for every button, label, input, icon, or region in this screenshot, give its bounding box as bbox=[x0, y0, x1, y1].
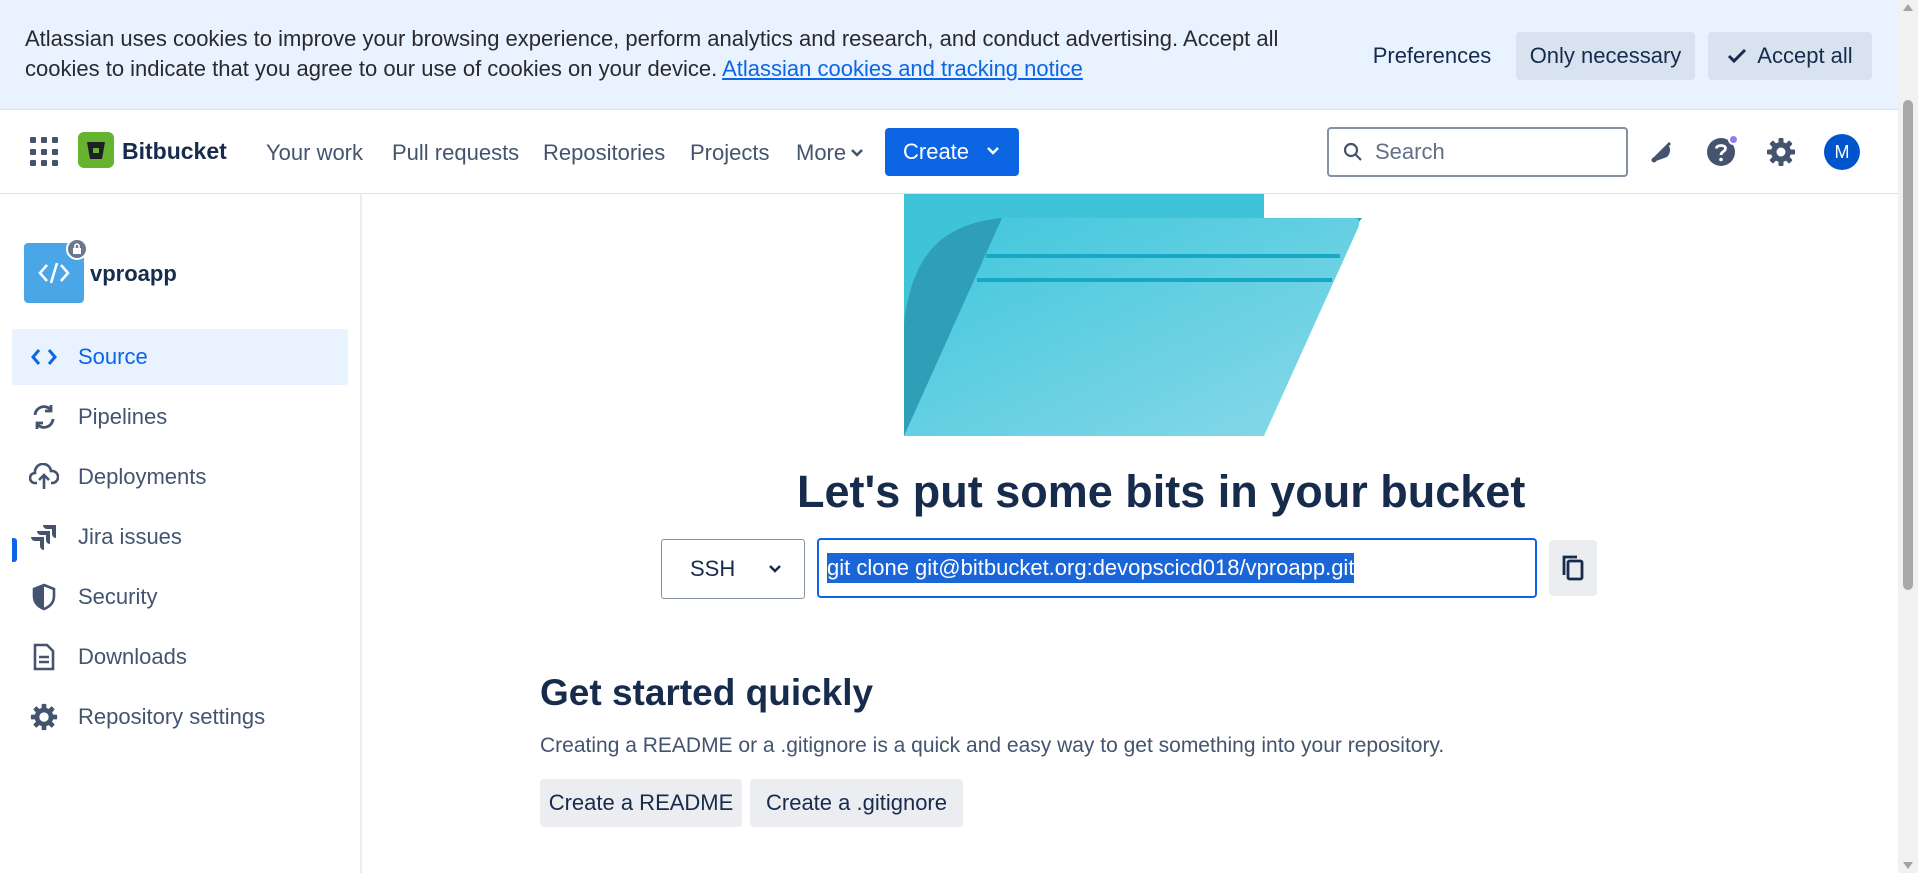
accept-all-label: Accept all bbox=[1757, 43, 1853, 68]
sidebar-item-jira-issues[interactable]: Jira issues bbox=[12, 509, 348, 565]
sidebar-item-source[interactable]: Source bbox=[12, 329, 348, 385]
empty-repo-folder-illustration bbox=[904, 194, 1362, 436]
search-box[interactable] bbox=[1327, 127, 1628, 177]
nav-more-label: More bbox=[796, 140, 847, 165]
scroll-up-arrow-icon[interactable] bbox=[1903, 4, 1913, 11]
lock-icon bbox=[66, 238, 88, 260]
notifications-bell-icon[interactable] bbox=[1641, 132, 1681, 172]
sidebar: vproapp Source Pipelines Deployments Jir… bbox=[0, 194, 362, 873]
page-headline: Let's put some bits in your bucket bbox=[797, 466, 1526, 517]
product-name[interactable]: Bitbucket bbox=[122, 138, 227, 165]
create-readme-button[interactable]: Create a README bbox=[540, 779, 742, 827]
create-label: Create bbox=[903, 139, 970, 164]
nav-repositories[interactable]: Repositories bbox=[543, 140, 665, 166]
nav-your-work[interactable]: Your work bbox=[266, 140, 363, 166]
sidebar-item-label: Deployments bbox=[78, 464, 207, 489]
repo-name[interactable]: vproapp bbox=[90, 261, 177, 287]
sidebar-item-repository-settings[interactable]: Repository settings bbox=[12, 689, 348, 745]
create-gitignore-button[interactable]: Create a .gitignore bbox=[750, 779, 963, 827]
protocol-value: SSH bbox=[690, 556, 736, 581]
nav-projects[interactable]: Projects bbox=[690, 140, 769, 166]
copy-icon bbox=[1562, 555, 1584, 581]
sidebar-item-downloads[interactable]: Downloads bbox=[12, 629, 348, 685]
shield-icon bbox=[28, 581, 60, 613]
top-navigation: Bitbucket Your work Pull requests Reposi… bbox=[0, 110, 1898, 194]
code-icon bbox=[28, 341, 60, 373]
get-started-title: Get started quickly bbox=[540, 672, 874, 713]
sidebar-item-label: Downloads bbox=[78, 644, 187, 669]
settings-gear-icon[interactable] bbox=[1761, 132, 1801, 172]
document-icon bbox=[28, 641, 60, 673]
sidebar-item-label: Repository settings bbox=[78, 704, 266, 729]
sidebar-item-label: Security bbox=[78, 584, 158, 609]
chevron-down-icon bbox=[851, 149, 864, 157]
cookie-notice-link[interactable]: Atlassian cookies and tracking notice bbox=[722, 56, 1083, 81]
nav-more[interactable]: More bbox=[796, 140, 864, 166]
search-icon bbox=[1343, 142, 1362, 161]
chevron-down-icon bbox=[769, 565, 781, 573]
page-scrollbar[interactable] bbox=[1898, 0, 1918, 873]
check-icon bbox=[1728, 48, 1747, 64]
chevron-down-icon bbox=[987, 147, 999, 155]
cookie-message: Atlassian uses cookies to improve your b… bbox=[25, 26, 1279, 81]
scrollbar-thumb[interactable] bbox=[1903, 100, 1913, 590]
cookie-banner: Atlassian uses cookies to improve your b… bbox=[0, 0, 1898, 110]
gear-icon bbox=[28, 701, 60, 733]
get-started-description: Creating a README or a .gitignore is a q… bbox=[540, 734, 1445, 757]
clone-command-text: git clone git@bitbucket.org:devopscicd01… bbox=[827, 553, 1355, 583]
help-icon[interactable] bbox=[1701, 132, 1741, 172]
search-input[interactable] bbox=[1375, 139, 1605, 165]
user-avatar[interactable]: M bbox=[1824, 134, 1860, 170]
notification-dot bbox=[1728, 134, 1739, 145]
copy-button[interactable] bbox=[1549, 540, 1597, 596]
sidebar-item-label: Source bbox=[78, 344, 148, 369]
clone-protocol-select[interactable]: SSH bbox=[661, 539, 805, 599]
sidebar-item-label: Jira issues bbox=[78, 524, 182, 549]
cookie-banner-text: Atlassian uses cookies to improve your b… bbox=[25, 24, 1345, 84]
only-necessary-button[interactable]: Only necessary bbox=[1516, 32, 1695, 80]
nav-pull-requests[interactable]: Pull requests bbox=[392, 140, 519, 166]
create-button[interactable]: Create bbox=[885, 128, 1019, 176]
sidebar-item-pipelines[interactable]: Pipelines bbox=[12, 389, 348, 445]
cloud-upload-icon bbox=[28, 461, 60, 493]
sidebar-item-label: Pipelines bbox=[78, 404, 168, 429]
accept-all-button[interactable]: Accept all bbox=[1708, 32, 1872, 80]
preferences-button[interactable]: Preferences bbox=[1362, 32, 1502, 80]
sidebar-item-deployments[interactable]: Deployments bbox=[12, 449, 348, 505]
sidebar-item-security[interactable]: Security bbox=[12, 569, 348, 625]
app-switcher-icon[interactable] bbox=[30, 137, 60, 167]
clone-command-field[interactable]: git clone git@bitbucket.org:devopscicd01… bbox=[817, 538, 1537, 598]
bitbucket-logo-icon[interactable] bbox=[78, 132, 114, 168]
scroll-down-arrow-icon[interactable] bbox=[1903, 862, 1913, 869]
pipelines-icon bbox=[28, 401, 60, 433]
jira-icon bbox=[28, 521, 60, 553]
